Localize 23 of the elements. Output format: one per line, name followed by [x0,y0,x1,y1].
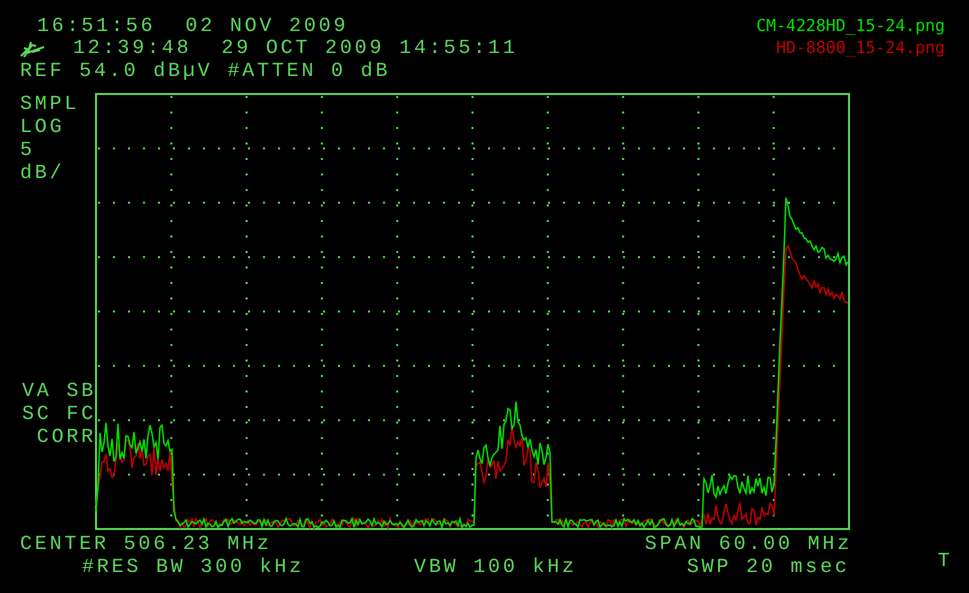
display-setting: 5 [20,138,36,162]
resolution-bandwidth: #RES BW 300 kHz [82,556,304,579]
sweep-time: SWP 20 msec [686,556,850,579]
display-setting: dB/ [20,162,66,184]
frequency-span: SPAN 60.00 MHz [644,533,852,556]
reference-level: REF 54.0 dBµV [20,60,212,83]
legend-label: CM-4228HD_15-24.png [756,15,945,37]
legend-label: HD-8800_15-24.png [776,37,945,59]
display-setting: LOG [20,116,66,138]
display-setting: CORR [36,426,96,448]
stored-end-time: 14:55:11 [399,37,518,60]
stored-date: 29 OCT 2009 [221,37,384,60]
video-bandwidth: VBW 100 kHz [414,556,577,579]
stored-time: 12:39:48 [73,37,192,60]
current-date: 02 NOV 2009 [185,14,348,38]
scribble-icon [20,40,46,58]
marker-indicator: T [938,550,952,573]
current-time: 16:51:56 [37,14,156,38]
attenuation: #ATTEN 0 dB [227,60,390,83]
display-setting: SC FC [22,402,96,426]
display-setting: SMPL [20,92,80,116]
display-setting: VA SB [22,380,96,402]
center-frequency: CENTER 506.23 MHz [20,533,272,556]
